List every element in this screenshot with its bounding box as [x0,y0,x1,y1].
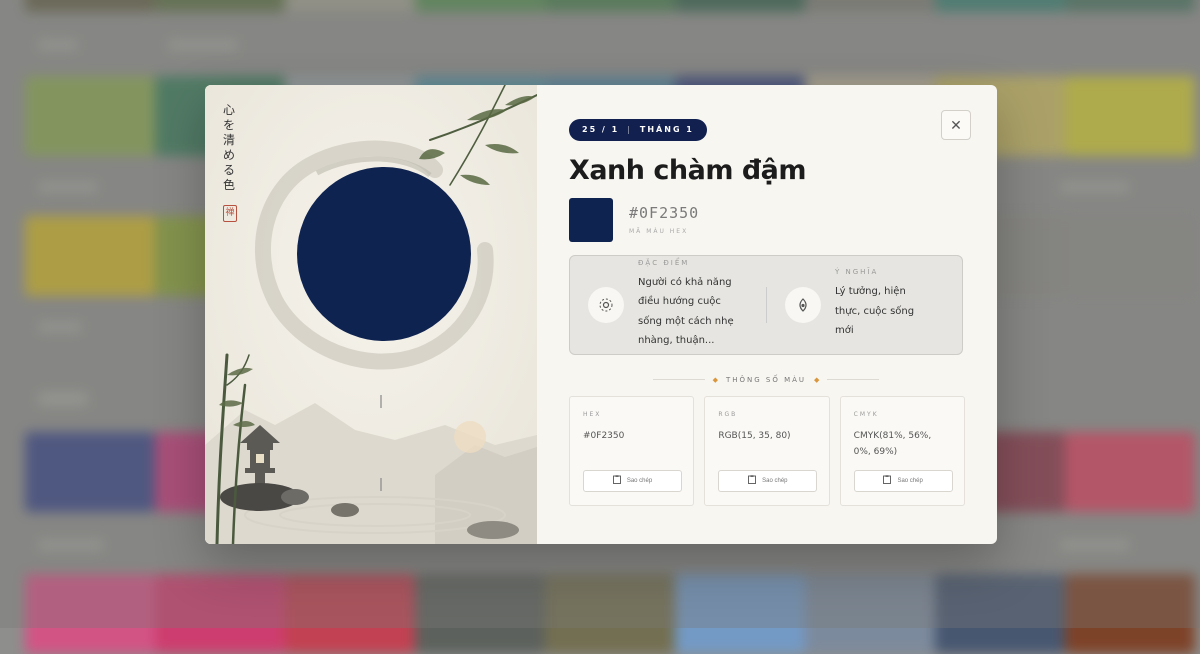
spec-label: CMYK [853,410,879,418]
hex-code-text: #0F2350 [629,203,700,222]
zen-illustration: 心を清める色 禅 [205,85,537,544]
red-seal-stamp: 禅 [223,205,237,222]
spec-value: RGB(15, 35, 80) [718,430,791,441]
trait-text: Lý tưởng, hiện thực, cuộc sống mới [835,286,915,337]
trait-label: ĐẶC ĐIỂM [638,258,690,267]
copy-label: Sao chép [626,477,653,484]
color-name-title: Xanh chàm đậm [569,154,807,186]
color-details-panel: 25 / 1 | THÁNG 1 ✕ Xanh chàm đậm #0F2350… [537,85,997,544]
copy-label: Sao chép [762,477,788,484]
spec-label: RGB [718,410,738,418]
trait-label: Ý NGHĨA [835,268,879,277]
color-disc [297,167,471,341]
clipboard-icon [883,475,892,486]
date-badge: 25 / 1 | THÁNG 1 [569,118,707,141]
trait-characteristic: ĐẶC ĐIỂM Người có khả năng điều hướng cu… [588,259,746,351]
spec-value: CMYK(81%, 56%, 0%, 69%) [853,430,932,457]
spec-label: HEX [583,410,602,418]
close-button[interactable]: ✕ [941,110,971,140]
spec-card-hex: HEX #0F2350 Sao chép [569,395,695,506]
copy-cmyk-button[interactable]: Sao chép [853,469,953,492]
date-day: 25 / 1 [582,125,620,134]
specs-heading-text: THÔNG SỐ MÀU [725,375,807,384]
copy-label: Sao chép [897,477,923,484]
traits-divider [766,286,767,323]
close-icon: ✕ [950,116,962,133]
traits-box: ĐẶC ĐIỂM Người có khả năng điều hướng cu… [569,254,963,355]
copy-hex-button[interactable]: Sao chép [583,469,682,492]
specs-section-heading: ◆ THÔNG SỐ MÀU ◆ [569,376,963,384]
copy-rgb-button[interactable]: Sao chép [718,469,818,492]
ink-landscape [205,85,537,544]
color-swatch [569,197,613,242]
hex-code-label: MÃ MÀU HEX [629,227,689,235]
hex-summary: #0F2350 MÃ MÀU HEX [569,197,965,242]
spec-card-cmyk: CMYK CMYK(81%, 56%, 0%, 69%) Sao chép [839,395,965,506]
trait-meaning: Ý NGHĨA Lý tưởng, hiện thực, cuộc sống m… [785,268,923,341]
color-detail-modal: 心を清める色 禅 25 / 1 | THÁNG 1 ✕ Xanh chàm đậ… [205,85,997,544]
diamond-icon: ◆ [814,375,820,384]
lotus-icon [785,286,821,323]
sparkle-icon [588,286,624,323]
diamond-icon: ◆ [712,375,718,384]
clipboard-icon [612,475,621,486]
spec-value: #0F2350 [583,430,625,441]
date-month: THÁNG 1 [639,125,694,134]
spec-cards: HEX #0F2350 Sao chép RGB RGB(15, 35, 80)… [569,395,965,506]
vertical-japanese-caption: 心を清める色 [222,103,235,192]
date-separator: | [627,125,632,134]
clipboard-icon [748,475,757,486]
spec-card-rgb: RGB RGB(15, 35, 80) Sao chép [704,395,830,506]
trait-text: Người có khả năng điều hướng cuộc sống m… [638,276,734,347]
